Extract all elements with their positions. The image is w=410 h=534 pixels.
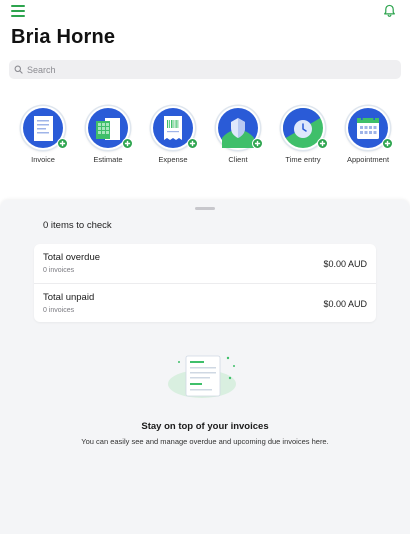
add-icon bbox=[57, 138, 68, 149]
page-title: Bria Horne bbox=[11, 26, 116, 48]
hamburger-menu-icon[interactable] bbox=[11, 5, 25, 17]
empty-state-title: Stay on top of your invoices bbox=[141, 421, 269, 432]
total-unpaid-row[interactable]: Total unpaid 0 invoices $0.00 AUD bbox=[34, 283, 376, 322]
top-bar bbox=[0, 0, 410, 24]
quick-action-label: Estimate bbox=[93, 155, 123, 164]
add-icon bbox=[122, 138, 133, 149]
estimate-icon bbox=[86, 106, 133, 150]
quick-action-estimate[interactable]: Estimate bbox=[73, 106, 143, 164]
quick-action-label: Client bbox=[228, 155, 248, 164]
search-bar[interactable] bbox=[9, 60, 401, 79]
summary-card: Total overdue 0 invoices $0.00 AUD Total… bbox=[34, 244, 376, 322]
row-amount: $0.00 AUD bbox=[323, 299, 367, 309]
invoices-illustration bbox=[168, 355, 236, 398]
quick-action-client[interactable]: Client bbox=[203, 106, 273, 164]
add-icon bbox=[382, 138, 393, 149]
search-input[interactable] bbox=[27, 64, 387, 75]
quick-actions: Invoice Estimate Expense Client Time ent… bbox=[0, 106, 410, 166]
total-overdue-row[interactable]: Total overdue 0 invoices $0.00 AUD bbox=[34, 244, 376, 283]
client-icon bbox=[216, 106, 263, 150]
row-count: 0 invoices bbox=[43, 307, 75, 314]
quick-action-label: Time entry bbox=[285, 155, 321, 164]
expense-receipt-icon bbox=[151, 106, 198, 150]
search-icon bbox=[14, 65, 23, 74]
row-title: Total unpaid bbox=[43, 292, 95, 303]
quick-action-invoice[interactable]: Invoice bbox=[8, 106, 78, 164]
invoice-icon bbox=[21, 106, 68, 150]
add-icon bbox=[317, 138, 328, 149]
items-to-check-heading: 0 items to check bbox=[43, 220, 112, 231]
calendar-icon bbox=[346, 106, 393, 150]
row-title: Total overdue bbox=[43, 252, 101, 263]
bottom-sheet: 0 items to check Total overdue 0 invoice… bbox=[0, 200, 410, 534]
sheet-grabber-handle[interactable] bbox=[195, 207, 215, 210]
quick-action-label: Expense bbox=[158, 155, 188, 164]
quick-action-appointment[interactable]: Appointment bbox=[333, 106, 403, 164]
quick-action-label: Invoice bbox=[31, 155, 55, 164]
bell-icon[interactable] bbox=[383, 4, 396, 18]
add-icon bbox=[187, 138, 198, 149]
clock-icon bbox=[281, 106, 328, 150]
quick-action-expense[interactable]: Expense bbox=[138, 106, 208, 164]
add-icon bbox=[252, 138, 263, 149]
quick-action-time-entry[interactable]: Time entry bbox=[268, 106, 338, 164]
quick-action-label: Appointment bbox=[346, 155, 390, 164]
row-count: 0 invoices bbox=[43, 267, 75, 274]
row-amount: $0.00 AUD bbox=[323, 259, 367, 269]
empty-state-body: You can easily see and manage overdue an… bbox=[81, 437, 329, 446]
